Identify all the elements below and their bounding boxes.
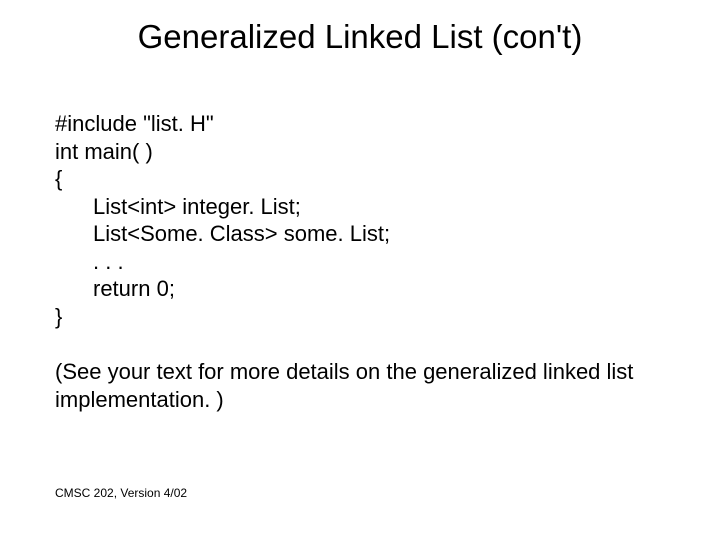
slide-title: Generalized Linked List (con't) [0,18,720,56]
slide-footer: CMSC 202, Version 4/02 [55,486,187,500]
slide-body: #include "list. H" int main( ) { List<in… [55,110,665,413]
code-line-open-brace: { [55,165,665,193]
code-line-close-brace: } [55,303,665,331]
note-paragraph: (See your text for more details on the g… [55,358,665,413]
code-line-int-list: List<int> integer. List; [55,193,665,221]
code-line-main: int main( ) [55,138,665,166]
slide: Generalized Linked List (con't) #include… [0,0,720,540]
code-line-someclass-list: List<Some. Class> some. List; [55,220,665,248]
code-line-ellipsis: . . . [55,248,665,276]
code-line-include: #include "list. H" [55,110,665,138]
code-line-return: return 0; [55,275,665,303]
